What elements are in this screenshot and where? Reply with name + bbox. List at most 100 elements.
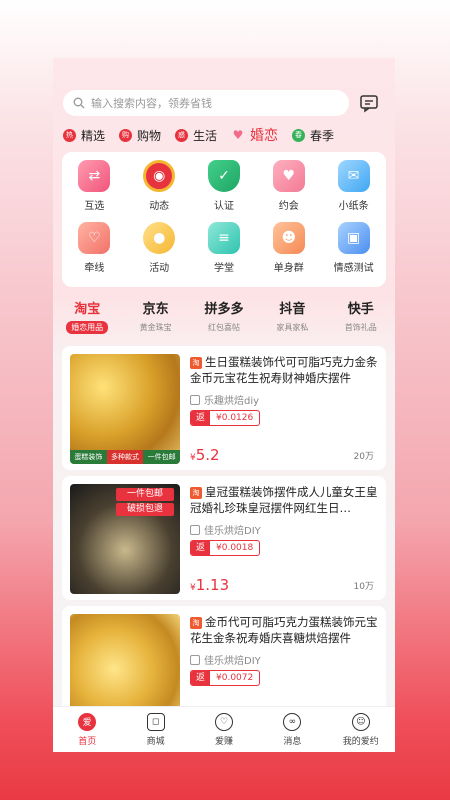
- grid-item-mutual-select[interactable]: ⇄ 互选: [62, 156, 127, 218]
- product-title-text: 生日蛋糕装饰代可可脂巧克力金条金币元宝花生祝寿财神婚庆摆件: [190, 355, 378, 385]
- tab-spring[interactable]: 春春季: [292, 127, 334, 144]
- tab-earn[interactable]: ♡ 爱赚: [190, 707, 258, 752]
- search-input[interactable]: 输入搜索内容，领券省钱: [63, 90, 349, 116]
- mall-name: 京东: [142, 302, 169, 317]
- grid-label: 情感测试: [333, 263, 374, 274]
- tab-dating[interactable]: ♥ 婚恋: [231, 125, 278, 145]
- tab-home[interactable]: 爱首页: [53, 707, 121, 752]
- price: ¥5.2: [190, 446, 220, 464]
- mall-sub: 家具家私: [276, 323, 309, 332]
- bottom-tab-bar: 爱首页 ◻ 商城 ♡ 爱赚 ∞ 消息 ☺ 我的爱约: [53, 706, 395, 752]
- rebate-value: ¥0.0126: [216, 413, 254, 423]
- mall-tab-jd[interactable]: 京东 黄金珠宝: [121, 298, 189, 334]
- grid-label: 学堂: [213, 263, 234, 274]
- shop-name[interactable]: 乐趣烘焙diy: [190, 392, 259, 407]
- rebate-tag: 返 ¥0.0126: [190, 410, 261, 426]
- image-tag: 多种款式: [106, 450, 144, 464]
- image-tag: 一件包邮: [116, 488, 174, 501]
- shield-check-icon: ✓: [207, 160, 240, 192]
- tab-label: 春季: [310, 128, 335, 143]
- mall-tab-taobao[interactable]: 淘宝 婚恋用品: [53, 298, 121, 334]
- tab-label: 商城: [146, 736, 165, 747]
- search-row: 输入搜索内容，领券省钱: [63, 90, 387, 116]
- category-tabs: 热精选 购购物 惑生活 ♥ 婚恋 春春季: [63, 126, 395, 144]
- mall-name: 抖音: [279, 302, 306, 317]
- mall-name: 拼多多: [204, 302, 244, 317]
- grid-item-matchmake[interactable]: ♡ 牵线: [62, 218, 127, 280]
- balloons-icon: ●: [143, 222, 176, 254]
- product-title[interactable]: 淘皇冠蛋糕装饰摆件成人儿童女王皇冠婚礼珍珠皇冠摆件网红生日…: [190, 484, 378, 516]
- image-tag: 蛋糕装饰: [70, 450, 107, 464]
- app-screen: 输入搜索内容，领券省钱 热精选 购购物 惑生活 ♥ 婚恋 春春季 ⇄ 互选 ◉ 动态 …: [53, 58, 395, 752]
- envelope-icon: ✉: [337, 160, 370, 192]
- grid-item-date[interactable]: ♥ 约会: [256, 156, 321, 218]
- mall-sub: 婚恋用品: [66, 321, 109, 334]
- grid-label: 活动: [149, 263, 170, 274]
- shop-name[interactable]: 佳乐烘焙DIY: [190, 652, 261, 667]
- grid-item-singles-group[interactable]: ☻ 单身群: [256, 218, 321, 280]
- grid-label: 牵线: [84, 263, 105, 274]
- shopping-bag-icon: ◻: [146, 712, 165, 731]
- grid-item-verify[interactable]: ✓ 认证: [192, 156, 257, 218]
- tab-profile[interactable]: ☺ 我的爱约: [327, 707, 395, 752]
- tab-shopping[interactable]: 购购物: [119, 127, 161, 144]
- home-icon: 爱: [78, 712, 97, 731]
- product-card[interactable]: 一件包邮 破损包退 淘皇冠蛋糕装饰摆件成人儿童女王皇冠婚礼珍珠皇冠摆件网红生日……: [62, 476, 386, 600]
- rebate-label: 返: [191, 411, 211, 425]
- grid-item-moments[interactable]: ◉ 动态: [127, 156, 192, 218]
- image-ribbon: 一件包邮 破损包退: [116, 488, 174, 518]
- mall-tab-pdd[interactable]: 拼多多 红包喜帖: [190, 298, 258, 334]
- swap-heart-icon: ⇄: [78, 160, 111, 192]
- product-title-text: 皇冠蛋糕装饰摆件成人儿童女王皇冠婚礼珍珠皇冠摆件网红生日…: [190, 485, 378, 515]
- shop-name-text: 佳乐烘焙DIY: [204, 656, 261, 667]
- product-image[interactable]: 一件包邮 破损包退: [70, 484, 180, 594]
- rebate-label: 返: [191, 541, 211, 555]
- grid-label: 互选: [84, 201, 105, 212]
- grid-label: 单身群: [273, 263, 304, 274]
- grid-item-love-test[interactable]: ▣ 情感测试: [321, 218, 386, 280]
- image-tag: 一件包邮: [143, 450, 180, 464]
- shop-name-text: 佳乐烘焙DIY: [204, 526, 261, 537]
- message-icon[interactable]: [359, 93, 379, 113]
- sales-count: 10万: [353, 582, 374, 592]
- mall-tab-douyin[interactable]: 抖音 家具家私: [258, 298, 326, 334]
- matchmaker-icon: ♡: [78, 222, 111, 254]
- grid-item-events[interactable]: ● 活动: [127, 218, 192, 280]
- mall-sub: 首饰礼品: [344, 323, 377, 332]
- shop-name[interactable]: 佳乐烘焙DIY: [190, 522, 261, 537]
- rebate-value: ¥0.0018: [216, 543, 254, 553]
- rebate-tag: 返 ¥0.0072: [190, 670, 261, 686]
- mall-tabs: 淘宝婚恋用品 京东黄金珠宝 拼多多红包喜帖 抖音家具家私 快手首饰礼品: [53, 298, 395, 334]
- tab-mall[interactable]: ◻ 商城: [121, 707, 189, 752]
- grid-item-school[interactable]: ≡ 学堂: [192, 218, 257, 280]
- tab-label: 消息: [283, 736, 302, 747]
- shop-icon: [190, 524, 200, 535]
- product-title[interactable]: 淘生日蛋糕装饰代可可脂巧克力金条金币元宝花生祝寿财神婚庆摆件: [190, 354, 378, 386]
- tab-life[interactable]: 惑生活: [175, 127, 217, 144]
- couple-icon: ♥: [272, 160, 305, 192]
- price-value: 5.2: [195, 446, 220, 464]
- mall-name: 淘宝: [74, 302, 101, 317]
- tab-messages[interactable]: ∞ 消息: [258, 707, 326, 752]
- mall-sub: 红包喜帖: [207, 323, 240, 332]
- product-card[interactable]: 蛋糕装饰 多种款式 一件包邮 淘生日蛋糕装饰代可可脂巧克力金条金币元宝花生祝寿财…: [62, 346, 386, 470]
- grid-item-notes[interactable]: ✉ 小纸条: [321, 156, 386, 218]
- taobao-icon: 淘: [190, 357, 202, 369]
- mall-sub: 黄金珠宝: [139, 323, 172, 332]
- mall-name: 快手: [347, 302, 374, 317]
- shop-icon: [190, 394, 200, 405]
- tab-label: 爱赚: [214, 736, 233, 747]
- product-image[interactable]: 蛋糕装饰 多种款式 一件包邮: [70, 354, 180, 464]
- grid-label: 认证: [213, 201, 234, 212]
- spring-badge-icon: 春: [292, 128, 306, 142]
- shop-name-text: 乐趣烘焙diy: [204, 396, 260, 407]
- product-title[interactable]: 淘金币代可可脂巧克力蛋糕装饰元宝花生金条祝寿婚庆喜糖烘焙摆件: [190, 614, 378, 646]
- couple-badge-icon: ♥: [232, 128, 244, 142]
- group-icon: ☻: [272, 222, 305, 254]
- tab-featured[interactable]: 热精选: [63, 127, 105, 144]
- tab-label: 购物: [137, 128, 162, 143]
- shop-badge-icon: 购: [119, 128, 133, 142]
- mall-tab-kuaishou[interactable]: 快手 首饰礼品: [327, 298, 395, 334]
- heart-icon: ♡: [214, 712, 233, 731]
- price-value: 1.13: [195, 576, 230, 594]
